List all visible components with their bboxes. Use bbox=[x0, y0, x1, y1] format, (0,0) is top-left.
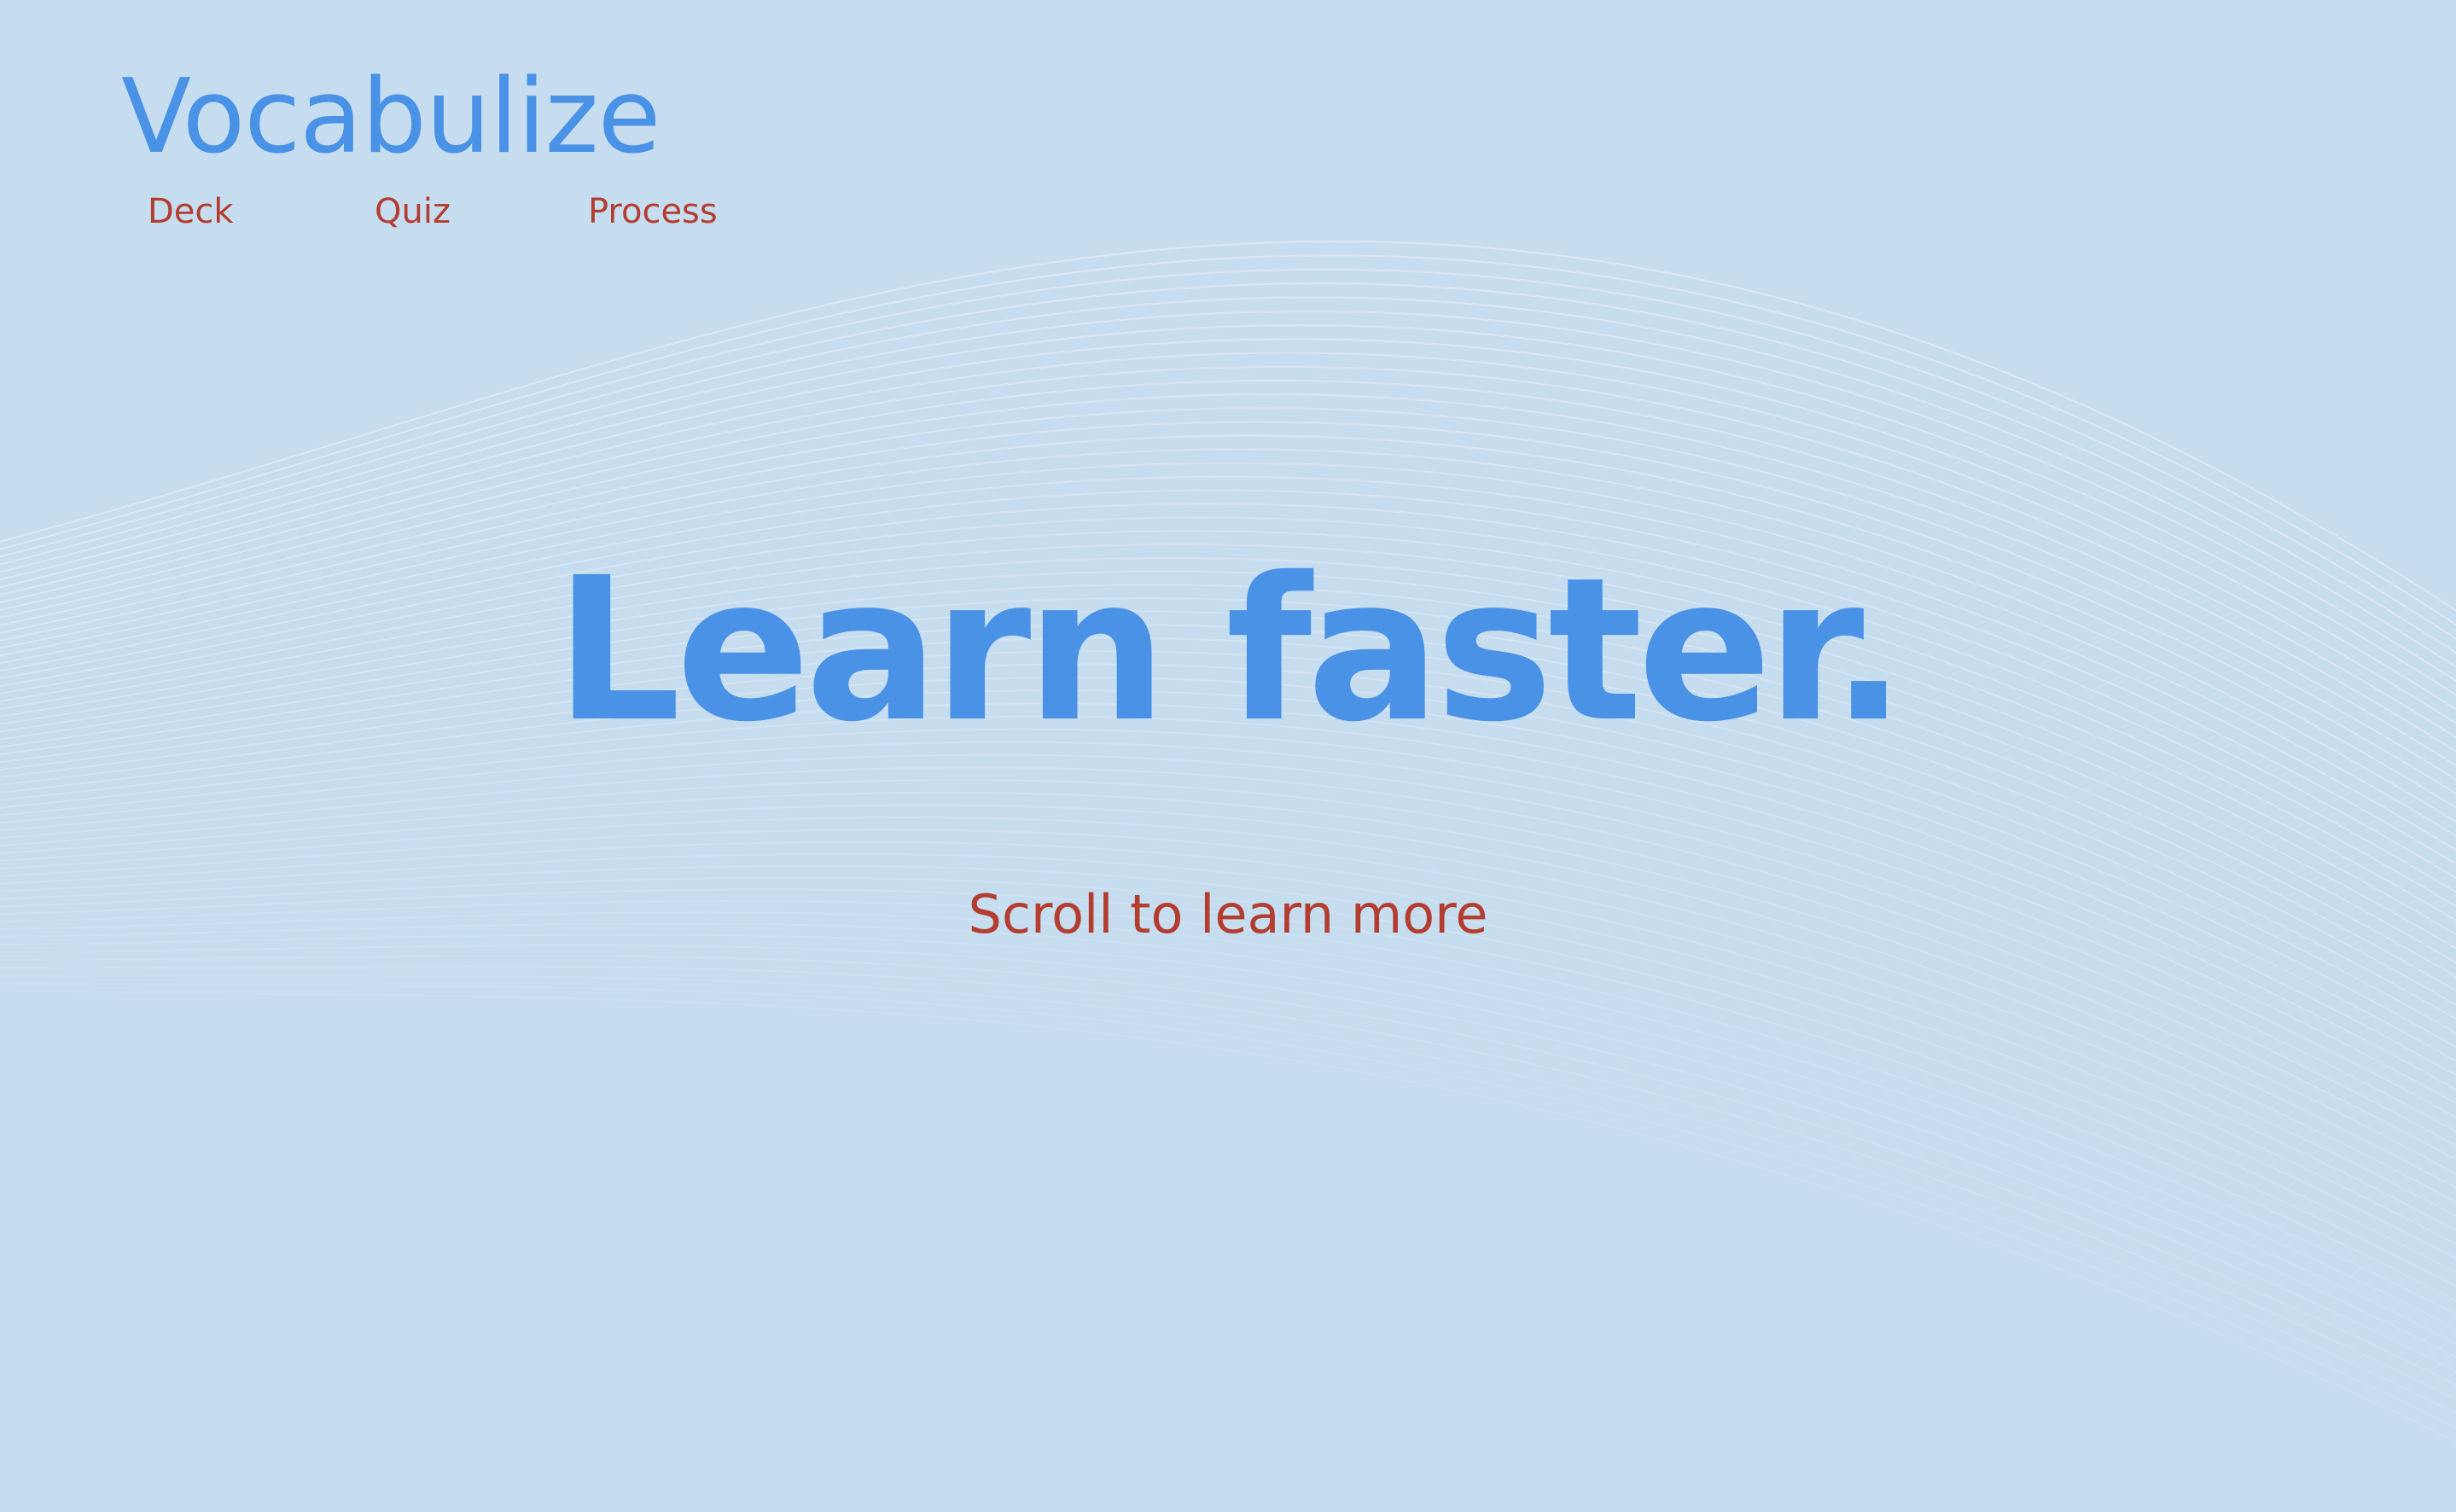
nav-link-deck[interactable]: Deck bbox=[148, 188, 234, 236]
wave-line bbox=[0, 922, 2456, 1345]
nav-link-process[interactable]: Process bbox=[588, 188, 718, 236]
wave-line bbox=[0, 965, 2456, 1401]
hero-headline: Learn faster. bbox=[555, 535, 1906, 765]
nav-link-quiz[interactable]: Quiz bbox=[375, 188, 451, 236]
wave-line bbox=[0, 974, 2456, 1415]
wave-line bbox=[0, 899, 2456, 1316]
wave-line bbox=[0, 944, 2456, 1373]
wave-line bbox=[0, 955, 2456, 1387]
scroll-to-learn-more-prompt[interactable]: Scroll to learn more bbox=[0, 879, 2456, 951]
brand-logo-text[interactable]: Vocabulize bbox=[121, 49, 661, 186]
wave-line bbox=[0, 888, 2456, 1302]
